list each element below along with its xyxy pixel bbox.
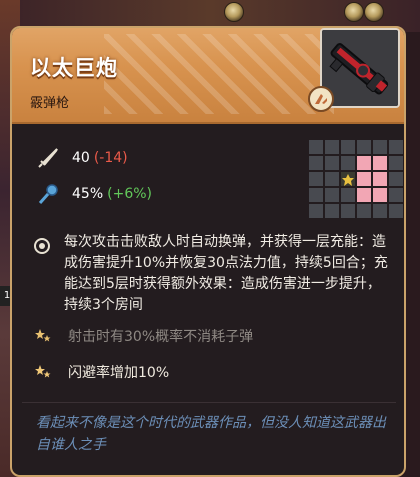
target-icon — [34, 238, 50, 254]
bonus-item: 射击时有30%概率不消耗子弹 — [34, 326, 253, 346]
crit-delta: (+6%) — [107, 186, 152, 202]
gear-slot-icon — [364, 2, 384, 22]
grid-cell-occupied — [357, 188, 371, 202]
grid-cell — [389, 188, 403, 202]
grid-cell — [309, 204, 323, 218]
weapon-shape-grid — [309, 140, 403, 218]
gear-slot-icon — [344, 2, 364, 22]
bonus-text: 闪避率增加10% — [68, 365, 170, 381]
grid-cell — [309, 188, 323, 202]
star-icon — [35, 365, 51, 378]
attack-value: 40 — [72, 150, 90, 166]
grid-cell — [389, 204, 403, 218]
attack-delta: (-14) — [93, 150, 128, 166]
grid-cell — [325, 172, 339, 186]
attack-stat: 40 (-14) — [36, 146, 128, 170]
grid-cell-occupied — [373, 172, 387, 186]
grid-cell-occupied — [357, 172, 371, 186]
grid-cell — [389, 172, 403, 186]
grid-cell — [325, 204, 339, 218]
grid-cell — [309, 172, 323, 186]
grid-cell — [325, 140, 339, 154]
crit-stat: 45% (+6%) — [36, 182, 152, 206]
grid-cell — [325, 188, 339, 202]
sword-icon — [38, 148, 58, 168]
grid-cell — [325, 156, 339, 170]
grid-cell — [389, 156, 403, 170]
grid-cell — [373, 140, 387, 154]
weapon-type: 霰弹枪 — [30, 96, 70, 111]
bonus-item: 闪避率增加10% — [34, 362, 169, 382]
grid-cell-occupied — [357, 156, 371, 170]
grid-item-cell — [341, 172, 355, 186]
header-pattern — [104, 34, 334, 114]
flavor-text: 看起来不像是这个时代的武器作品，但没人知道这武器出自谁人之手 — [36, 415, 386, 453]
grid-cell — [373, 204, 387, 218]
crit-icon — [38, 184, 58, 204]
grid-cell — [341, 156, 355, 170]
bonus-text: 射击时有30%概率不消耗子弹 — [68, 329, 254, 345]
grid-cell — [309, 140, 323, 154]
weapon-tooltip-panel: 以太巨炮 霰弹枪 40 (-14) 45% (+6%) 每次攻击击败敌人时自动换… — [10, 26, 406, 477]
grid-cell — [357, 140, 371, 154]
weapon-name: 以太巨炮 — [30, 56, 118, 80]
star-icon — [35, 329, 51, 342]
grid-cell — [357, 204, 371, 218]
top-gem-icon — [224, 2, 244, 22]
grid-cell — [341, 140, 355, 154]
weapon-description: 每次攻击击败敌人时自动换弹，并获得一层充能：造成伤害提升10%并恢复30点法力值… — [64, 234, 388, 313]
grid-cell — [309, 156, 323, 170]
crit-value: 45% — [72, 186, 104, 202]
grid-cell-occupied — [373, 156, 387, 170]
grid-cell-occupied — [373, 188, 387, 202]
divider — [22, 402, 396, 403]
grid-cell — [341, 204, 355, 218]
shotgun-type-icon — [308, 86, 334, 112]
grid-cell — [389, 140, 403, 154]
grid-cell — [341, 188, 355, 202]
